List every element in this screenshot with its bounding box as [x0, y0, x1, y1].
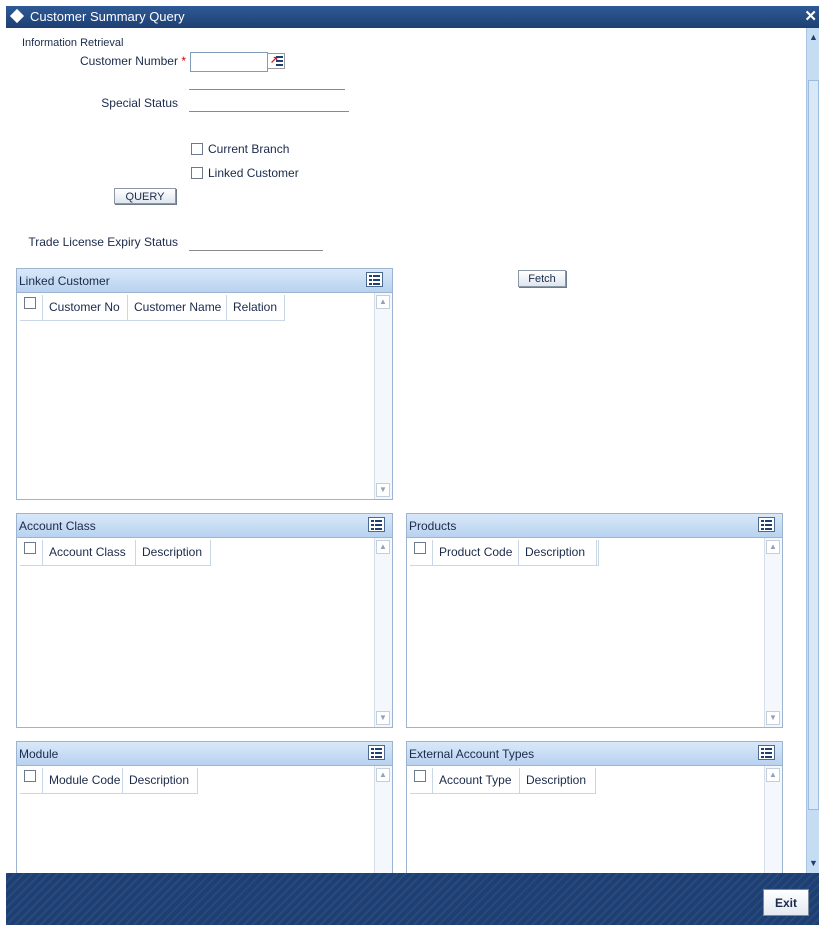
close-icon[interactable]: ✕ [804, 7, 817, 25]
exit-button[interactable]: Exit [763, 889, 809, 916]
column-header[interactable]: Customer No [43, 295, 128, 320]
select-all-checkbox[interactable] [24, 542, 36, 554]
products-panel: Products Product Code Description ▲ ▼ [406, 513, 783, 728]
module-panel: Module Module Code Description ▲ [16, 741, 393, 881]
grid-menu-icon[interactable] [366, 272, 383, 287]
scroll-up-icon[interactable]: ▲ [376, 295, 390, 309]
customer-number-input[interactable] [190, 52, 268, 72]
grid-menu-icon[interactable] [368, 517, 385, 532]
select-all-checkbox[interactable] [414, 542, 426, 554]
grid-menu-icon[interactable] [368, 745, 385, 760]
grid-menu-icon[interactable] [758, 745, 775, 760]
table-header: Module Code Description [20, 768, 198, 794]
panel-title: Module [19, 747, 59, 761]
column-header[interactable]: Account Class [43, 540, 136, 565]
table-header: Account Type Description [410, 768, 596, 794]
trade-license-expiry-label: Trade License Expiry Status [28, 235, 178, 249]
column-header[interactable]: Description [136, 540, 211, 565]
customer-summary-query-window: Customer Summary Query ✕ ▲ ▼ Information… [6, 6, 819, 925]
panel-header: Module [17, 742, 392, 766]
panel-scrollbar[interactable]: ▲ [374, 766, 392, 880]
scroll-down-icon[interactable]: ▼ [766, 711, 780, 725]
column-header[interactable]: Relation [227, 295, 285, 320]
panel-header: External Account Types [407, 742, 782, 766]
linked-customer-checkbox[interactable] [191, 167, 203, 179]
panel-header: Account Class [17, 514, 392, 538]
window-scroll-thumb[interactable] [808, 80, 819, 810]
trade-license-expiry-input[interactable] [189, 232, 323, 251]
panel-scrollbar[interactable]: ▲ [764, 766, 782, 880]
current-branch-checkbox[interactable] [191, 143, 203, 155]
panel-title: Linked Customer [19, 274, 110, 288]
scroll-down-icon[interactable]: ▼ [376, 483, 390, 497]
column-header[interactable]: Module Code [43, 768, 123, 793]
special-status-input[interactable] [189, 93, 349, 112]
linked-customer-checkbox-label: Linked Customer [208, 166, 299, 180]
customer-number-label: Customer Number * [46, 54, 186, 68]
panel-header: Products [407, 514, 782, 538]
linked-customer-panel: Linked Customer Customer No Customer Nam… [16, 268, 393, 500]
required-mark: * [181, 54, 186, 68]
diamond-icon [9, 8, 25, 24]
special-status-label: Special Status [101, 96, 178, 110]
column-header[interactable]: Customer Name [128, 295, 227, 320]
query-button[interactable]: QUERY [114, 188, 176, 204]
external-account-types-panel: External Account Types Account Type Desc… [406, 741, 783, 881]
scroll-up-icon[interactable]: ▲ [376, 540, 390, 554]
panel-title: Products [409, 519, 457, 533]
footer-bar [6, 873, 819, 925]
panel-title: Account Class [19, 519, 96, 533]
table-header: Product Code Description [410, 540, 599, 566]
column-header[interactable]: Product Code [433, 540, 519, 565]
window-title: Customer Summary Query [30, 9, 185, 24]
table-header: Customer No Customer Name Relation [20, 295, 285, 321]
scroll-up-icon[interactable]: ▲ [809, 32, 818, 42]
list-of-values-icon[interactable]: ↗ [267, 53, 285, 69]
column-header[interactable]: Description [519, 540, 599, 565]
scroll-down-icon[interactable]: ▼ [376, 711, 390, 725]
fetch-button[interactable]: Fetch [518, 270, 566, 287]
panel-scrollbar[interactable]: ▲ ▼ [374, 293, 392, 499]
scroll-up-icon[interactable]: ▲ [766, 768, 780, 782]
customer-number-label-text: Customer Number [79, 54, 178, 68]
column-header[interactable]: Account Type [433, 768, 520, 793]
select-all-checkbox[interactable] [24, 770, 36, 782]
select-all-checkbox[interactable] [414, 770, 426, 782]
panel-title: External Account Types [409, 747, 535, 761]
special-status-top-rule [189, 89, 345, 90]
scroll-up-icon[interactable]: ▲ [766, 540, 780, 554]
section-information-retrieval: Information Retrieval [22, 37, 124, 49]
title-bar: Customer Summary Query ✕ [6, 6, 819, 28]
column-header[interactable]: Description [520, 768, 596, 793]
select-all-checkbox[interactable] [24, 297, 36, 309]
scroll-down-icon[interactable]: ▼ [809, 858, 818, 868]
panel-scrollbar[interactable]: ▲ ▼ [764, 538, 782, 727]
grid-menu-icon[interactable] [758, 517, 775, 532]
panel-scrollbar[interactable]: ▲ ▼ [374, 538, 392, 727]
scroll-up-icon[interactable]: ▲ [376, 768, 390, 782]
account-class-panel: Account Class Account Class Description … [16, 513, 393, 728]
column-header[interactable]: Description [123, 768, 198, 793]
table-header: Account Class Description [20, 540, 211, 566]
window-scrollbar[interactable]: ▲ ▼ [806, 28, 819, 873]
panel-header: Linked Customer [17, 269, 392, 293]
current-branch-label: Current Branch [208, 142, 290, 156]
